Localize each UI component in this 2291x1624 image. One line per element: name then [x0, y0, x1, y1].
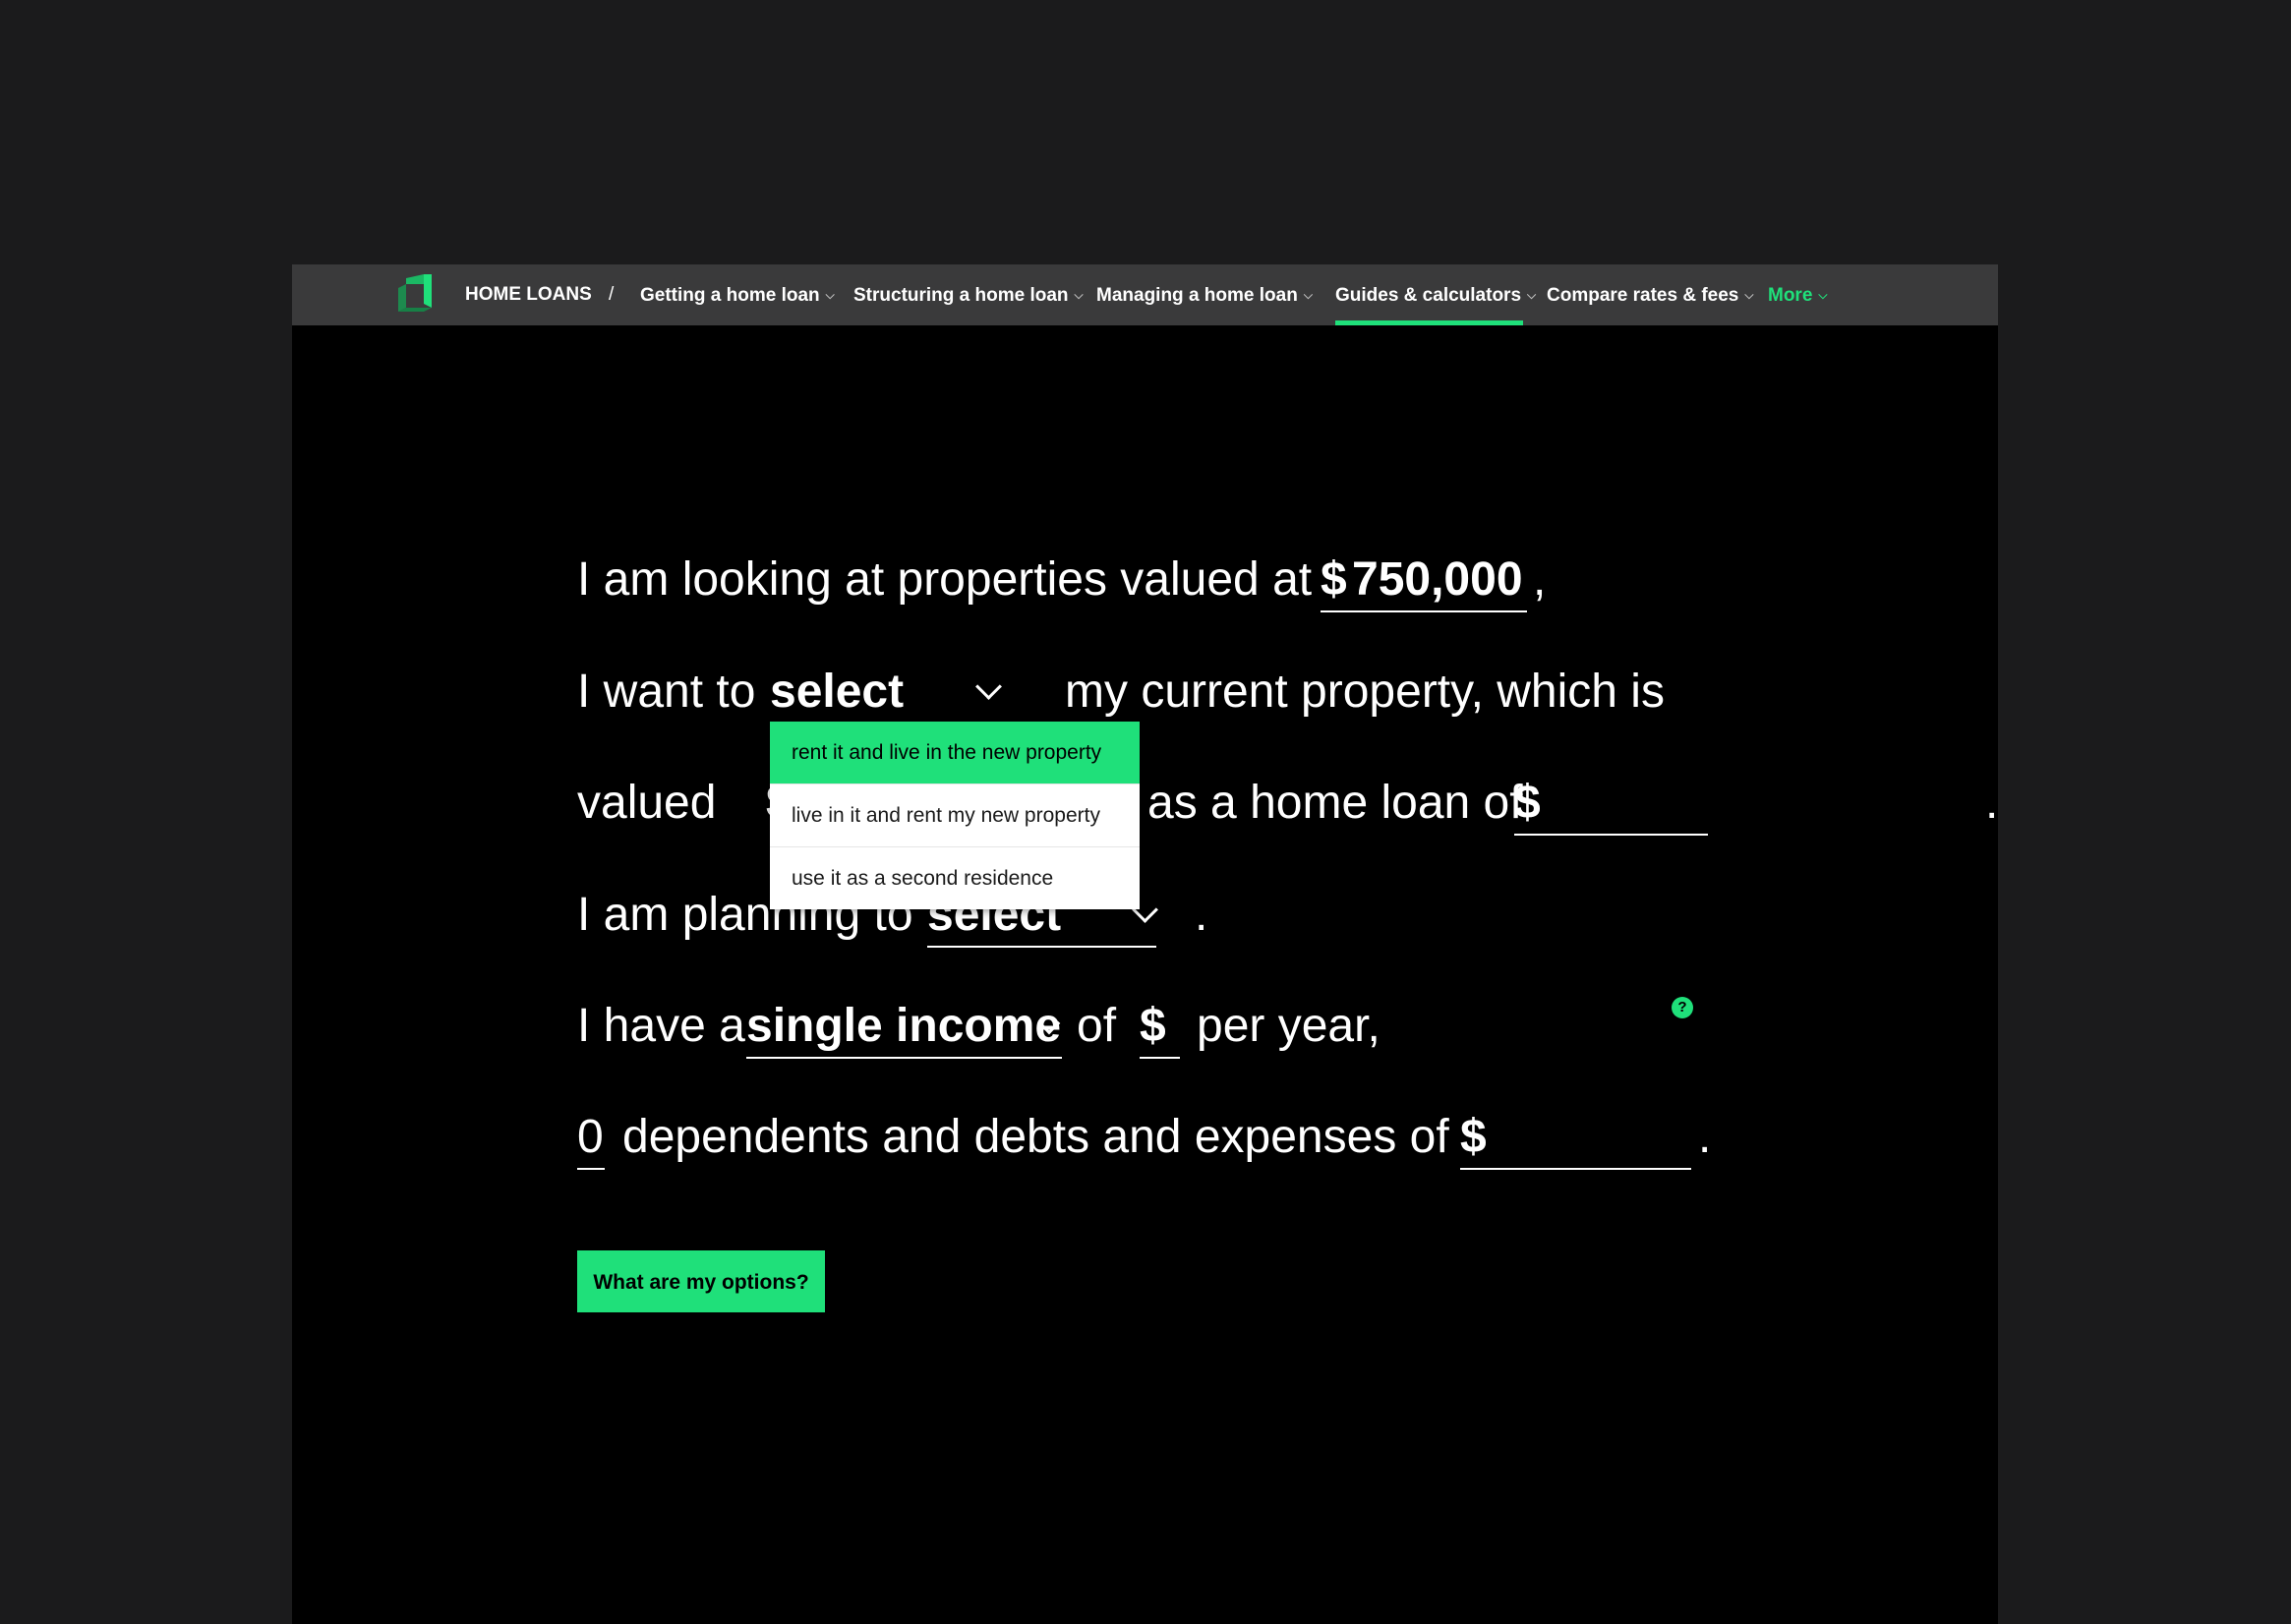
- line-text: .: [1195, 889, 1208, 941]
- line-text: valued: [577, 777, 717, 829]
- currency-symbol: $: [1460, 1111, 1487, 1163]
- line-text: as a home loan of: [1147, 777, 1523, 829]
- chevron-down-icon: [975, 673, 1002, 700]
- chevron-down-icon: ⌵: [1818, 288, 1828, 302]
- breadcrumb-home-loans[interactable]: HOME LOANS: [465, 264, 592, 325]
- line-text: ,: [1533, 553, 1547, 606]
- nav-item-label: Structuring a home loan: [853, 285, 1069, 306]
- line-text: per year,: [1197, 1000, 1380, 1052]
- current-property-select[interactable]: select: [770, 658, 1002, 725]
- option-rent-it-and-live-in-new[interactable]: rent it and live in the new property: [770, 722, 1140, 783]
- option-second-residence[interactable]: use it as a second residence: [770, 846, 1140, 909]
- property-value-input[interactable]: $ 750,000: [1321, 546, 1527, 612]
- currency-symbol: $: [1321, 553, 1347, 606]
- line-text: I am looking at properties valued at: [577, 553, 1313, 606]
- chevron-down-icon: ⌵: [1744, 288, 1754, 302]
- nav-item-label: Guides & calculators: [1335, 285, 1522, 306]
- line-text: of: [1077, 1000, 1117, 1052]
- chevron-down-icon: ⌵: [825, 288, 835, 302]
- line-text: .: [1985, 777, 1999, 829]
- nav-guides-and-calculators[interactable]: Guides & calculators ⌵: [1335, 264, 1536, 325]
- select-value: single income: [746, 1000, 1062, 1052]
- help-icon[interactable]: ?: [1672, 997, 1693, 1018]
- line-text: my current property, which is: [1065, 666, 1665, 718]
- property-value: 750,000: [1352, 553, 1523, 606]
- currency-symbol: $: [1140, 1000, 1166, 1052]
- active-tab-indicator: [1335, 320, 1523, 325]
- brand-logo-icon[interactable]: [398, 274, 440, 316]
- line-text: I want to: [577, 666, 756, 718]
- chevron-down-icon: ⌵: [1074, 288, 1084, 302]
- expenses-amount-input[interactable]: $: [1460, 1103, 1691, 1170]
- nav-item-label: Compare rates & fees: [1547, 285, 1739, 306]
- what-are-my-options-button[interactable]: What are my options?: [577, 1250, 825, 1312]
- nav-more[interactable]: More ⌵: [1768, 264, 1828, 325]
- line-text: I have a: [577, 1000, 745, 1052]
- top-nav: HOME LOANS / Getting a home loan ⌵ Struct…: [292, 264, 1998, 325]
- nav-item-label: Managing a home loan: [1096, 285, 1298, 306]
- chevron-down-icon: ⌵: [1303, 288, 1313, 302]
- income-amount-input[interactable]: $: [1140, 992, 1180, 1059]
- dependents-input[interactable]: 0: [577, 1103, 605, 1170]
- currency-symbol: $: [1514, 777, 1541, 829]
- dependents-count: 0: [577, 1111, 604, 1163]
- nav-getting-a-home-loan[interactable]: Getting a home loan ⌵: [640, 264, 835, 325]
- select-value: select: [770, 666, 905, 718]
- nav-compare-rates-and-fees[interactable]: Compare rates & fees ⌵: [1547, 264, 1753, 325]
- line-text: dependents and debts and expenses of: [622, 1111, 1449, 1163]
- current-property-options-menu: rent it and live in the new property liv…: [770, 722, 1140, 909]
- home-loan-amount-input[interactable]: $: [1514, 769, 1708, 836]
- nav-item-label: More: [1768, 285, 1813, 306]
- nav-managing-a-home-loan[interactable]: Managing a home loan ⌵: [1096, 264, 1313, 325]
- option-live-in-it-and-rent-new[interactable]: live in it and rent my new property: [770, 783, 1140, 846]
- nav-structuring-a-home-loan[interactable]: Structuring a home loan ⌵: [853, 264, 1084, 325]
- line-text: .: [1698, 1111, 1712, 1163]
- chevron-down-icon: ⌵: [1527, 288, 1537, 302]
- income-type-select[interactable]: single income: [746, 992, 1062, 1059]
- nav-item-label: Getting a home loan: [640, 285, 820, 306]
- page-frame: HOME LOANS / Getting a home loan ⌵ Struct…: [292, 264, 1998, 1624]
- breadcrumb-separator: /: [609, 284, 615, 305]
